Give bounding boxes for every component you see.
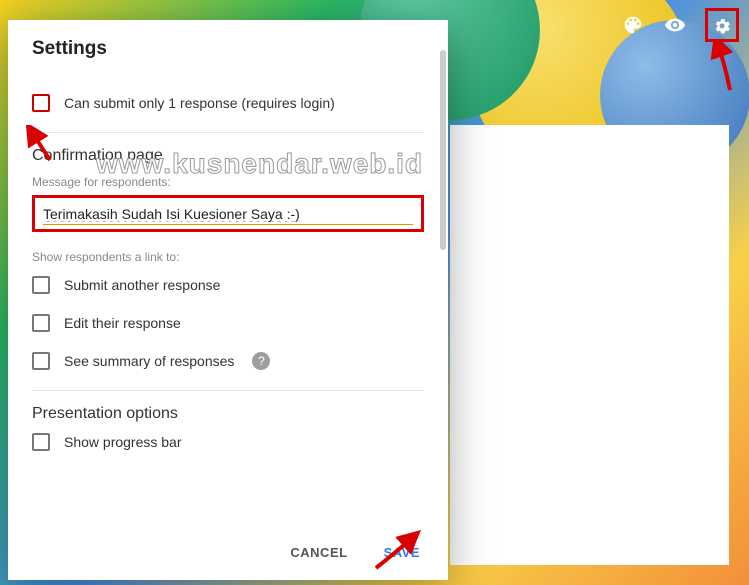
checkbox-show-progress[interactable] [32, 433, 50, 451]
submit-another-row[interactable]: Submit another response [32, 276, 424, 294]
header-toolbar [621, 8, 739, 42]
save-button[interactable]: SAVE [380, 539, 424, 566]
scrollbar[interactable] [440, 50, 446, 250]
edit-response-label: Edit their response [64, 315, 181, 331]
help-icon[interactable]: ? [252, 352, 270, 370]
divider [32, 390, 424, 391]
dialog-actions: CANCEL SAVE [8, 529, 448, 580]
checkbox-see-summary[interactable] [32, 352, 50, 370]
confirmation-section-title: Confirmation page [32, 147, 424, 165]
submit-another-label: Submit another response [64, 277, 220, 293]
palette-icon[interactable] [621, 13, 645, 37]
see-summary-label: See summary of responses [64, 353, 234, 369]
checkbox-submit-another[interactable] [32, 276, 50, 294]
message-label: Message for respondents: [32, 175, 424, 189]
edit-response-row[interactable]: Edit their response [32, 314, 424, 332]
show-progress-label: Show progress bar [64, 434, 182, 450]
dialog-title: Settings [32, 38, 424, 60]
limit-one-response-row[interactable]: Can submit only 1 response (requires log… [32, 94, 424, 112]
presentation-section-title: Presentation options [32, 405, 424, 423]
checkbox-edit-response[interactable] [32, 314, 50, 332]
preview-icon[interactable] [663, 13, 687, 37]
divider [32, 132, 424, 133]
show-link-label: Show respondents a link to: [32, 250, 424, 264]
message-input-highlight [32, 195, 424, 232]
show-progress-row[interactable]: Show progress bar [32, 433, 424, 451]
limit-one-label: Can submit only 1 response (requires log… [64, 95, 335, 111]
background-panel [450, 125, 729, 565]
settings-icon[interactable] [705, 8, 739, 42]
settings-dialog: Settings Can submit only 1 response (req… [8, 20, 448, 580]
checkbox-limit-one[interactable] [32, 94, 50, 112]
see-summary-row[interactable]: See summary of responses ? [32, 352, 424, 370]
cancel-button[interactable]: CANCEL [286, 539, 351, 566]
confirmation-message-input[interactable] [43, 204, 413, 225]
dialog-content: Settings Can submit only 1 response (req… [8, 20, 448, 529]
